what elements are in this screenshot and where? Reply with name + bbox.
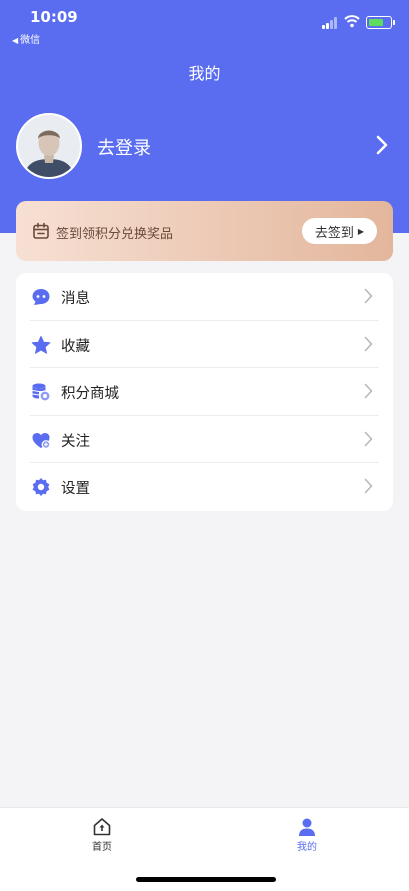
tab-home[interactable]: 首页 [72, 817, 132, 853]
status-bar: 10:09 ◀ 微信 [0, 0, 409, 48]
points-mall-icon [32, 383, 51, 402]
menu-item-favorites[interactable]: 收藏 [16, 321, 393, 369]
chevron-right-icon [376, 135, 388, 155]
menu-item-label: 收藏 [61, 338, 90, 355]
page-title: 我的 [188, 64, 221, 83]
menu-item-settings[interactable]: 设置 [16, 463, 393, 511]
calendar-icon [33, 222, 49, 239]
chevron-right-icon [364, 288, 373, 304]
signin-button[interactable]: 去签到 ▶ [302, 218, 377, 244]
tab-label: 我的 [297, 842, 317, 853]
tab-label: 首页 [92, 842, 112, 853]
home-indicator [136, 877, 276, 882]
menu-card: 消息 收藏 积分商城 关注 设置 [16, 273, 393, 511]
signin-banner-text: 签到领积分兑换奖品 [56, 227, 174, 242]
menu-item-label: 设置 [61, 481, 90, 498]
message-icon [32, 289, 50, 305]
avatar[interactable] [16, 113, 82, 179]
chevron-right-icon [364, 431, 373, 447]
menu-item-label: 积分商城 [61, 386, 119, 403]
chevron-right-icon [364, 383, 373, 399]
wifi-icon [344, 15, 360, 28]
default-avatar-icon [18, 115, 80, 177]
menu-item-label: 关注 [61, 433, 90, 450]
signin-button-label: 去签到 [314, 225, 354, 241]
signin-banner[interactable]: 签到领积分兑换奖品 去签到 ▶ [16, 201, 393, 261]
play-triangle-icon: ▶ [357, 226, 365, 236]
chevron-right-icon [364, 336, 373, 351]
login-label: 去登录 [97, 138, 151, 159]
user-icon [299, 818, 315, 836]
menu-item-label: 消息 [61, 291, 90, 307]
signal-icon [322, 17, 339, 29]
star-icon [31, 335, 51, 354]
battery-icon [366, 16, 395, 29]
back-to-app-link[interactable]: ◀ 微信 [12, 31, 40, 46]
settings-icon [32, 478, 50, 497]
chevron-right-icon [364, 479, 373, 494]
profile-login-row[interactable]: 去登录 [16, 113, 393, 179]
status-time: 10:09 [30, 8, 78, 26]
home-icon [93, 818, 111, 836]
menu-item-messages[interactable]: 消息 [16, 273, 393, 321]
menu-item-follow[interactable]: 关注 [16, 416, 393, 464]
menu-item-points-mall[interactable]: 积分商城 [16, 368, 393, 416]
back-app-label: 微信 [20, 35, 41, 46]
tab-mine[interactable]: 我的 [277, 817, 337, 853]
heart-icon [32, 432, 51, 449]
back-triangle-icon: ◀ [12, 36, 19, 45]
